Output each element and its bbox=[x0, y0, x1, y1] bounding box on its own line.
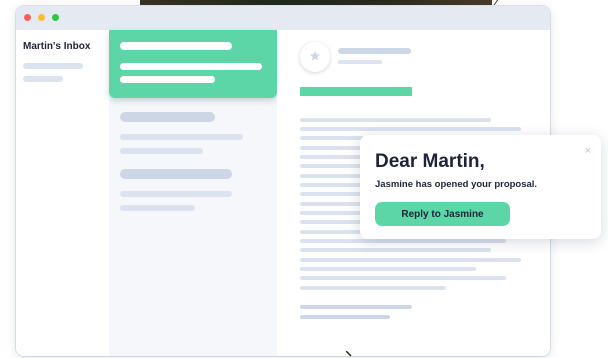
list-item-title-3[interactable] bbox=[120, 169, 232, 179]
close-icon[interactable]: × bbox=[585, 146, 591, 157]
notification-title: Dear Martin, bbox=[375, 151, 485, 172]
signature-line-1 bbox=[300, 305, 412, 309]
window-titlebar bbox=[16, 6, 550, 30]
body-line bbox=[300, 118, 491, 122]
sidebar-placeholder-2[interactable] bbox=[23, 76, 63, 82]
inbox-title: Martin's Inbox bbox=[23, 41, 91, 52]
message-list-item-selected[interactable] bbox=[109, 30, 277, 98]
list-item-line-3b bbox=[120, 205, 195, 211]
body-line bbox=[300, 127, 521, 131]
pointer-edge bbox=[346, 351, 352, 357]
body-line bbox=[300, 276, 506, 280]
background-photo bbox=[140, 0, 492, 5]
list-item-line-2a bbox=[120, 134, 243, 140]
body-line bbox=[300, 239, 506, 243]
notification-message: Jasmine has opened your proposal. bbox=[375, 179, 538, 190]
body-line bbox=[300, 258, 521, 262]
star-icon bbox=[310, 51, 320, 61]
body-line bbox=[300, 248, 491, 252]
sidebar-placeholder-1[interactable] bbox=[23, 63, 83, 69]
selected-item-line-1 bbox=[120, 42, 232, 50]
proposal-opened-notification: × Dear Martin, Jasmine has opened your p… bbox=[360, 135, 601, 239]
reply-to-jasmine-button[interactable]: Reply to Jasmine bbox=[375, 202, 510, 226]
body-line bbox=[300, 286, 446, 290]
sender-avatar[interactable] bbox=[300, 42, 330, 72]
selected-item-line-2 bbox=[120, 63, 262, 70]
sender-name-placeholder bbox=[338, 48, 411, 54]
sidebar: Martin's Inbox bbox=[16, 30, 109, 356]
selected-item-line-3 bbox=[120, 76, 215, 83]
window-close-button[interactable] bbox=[24, 14, 31, 21]
sender-meta-placeholder bbox=[338, 60, 382, 64]
list-item-line-2b bbox=[120, 148, 203, 154]
window-maximize-button[interactable] bbox=[52, 14, 59, 21]
list-item-title-2[interactable] bbox=[120, 112, 215, 122]
subject-highlight bbox=[300, 87, 412, 96]
window-minimize-button[interactable] bbox=[38, 14, 45, 21]
list-item-line-3a bbox=[120, 191, 232, 197]
body-line bbox=[300, 267, 476, 271]
signature-line-2 bbox=[300, 315, 390, 319]
message-list bbox=[109, 30, 277, 356]
